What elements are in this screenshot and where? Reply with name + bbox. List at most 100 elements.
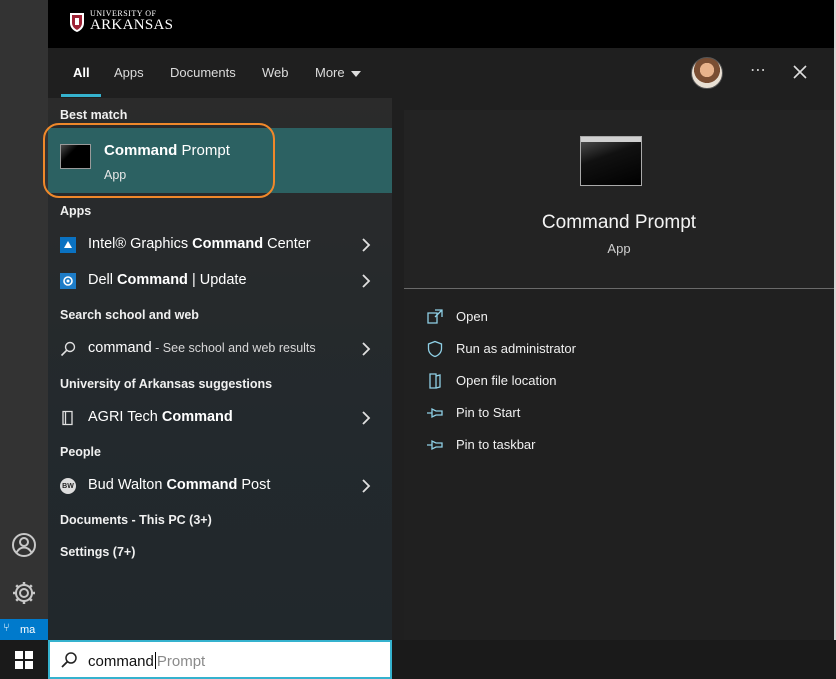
person-initials: BW [62,482,74,490]
action-pin-to-start[interactable]: Pin to Start [426,401,726,425]
start-search-window: All Apps Documents Web More ⋯ Best match… [43,48,834,640]
branch-name: ma [20,623,36,636]
user-avatar[interactable] [691,57,723,89]
result-label: AGRI Tech Command [88,409,233,425]
detail-divider [404,288,834,289]
chevron-down-icon [350,70,361,77]
shield-icon [427,340,443,358]
result-label-bold: Command [161,409,233,425]
action-open-file-location[interactable]: Open file location [426,369,726,393]
taskbar: command Prompt [0,640,836,679]
result-web-search[interactable]: command - See school and web results [48,332,392,366]
tab-web[interactable]: Web [262,64,289,84]
action-pin-to-taskbar[interactable]: Pin to taskbar [426,433,726,457]
action-label: Pin to Start [456,405,521,420]
background-activity-bar: ⑂ ma [0,0,48,640]
best-match-title-bold: Command [104,142,178,159]
uark-heading: University of Arkansas suggestions [60,377,273,391]
tab-all[interactable]: All [73,64,90,84]
settings-heading[interactable]: Settings (7+) [60,545,135,559]
result-label: Dell Command | Update [88,272,247,288]
result-label: command - See school and web results [88,340,316,356]
result-agri-tech[interactable]: AGRI Tech Command [48,401,392,435]
branch-icon: ⑂ [3,622,10,634]
result-label-bold: Command [192,236,264,252]
web-query: command [88,340,152,356]
result-label: Bud Walton Command Post [88,477,270,493]
result-label-pre: Bud Walton [88,477,167,493]
best-match-subtitle: App [104,168,127,182]
tab-more-label: More [315,65,345,80]
book-icon [60,410,76,426]
search-icon [61,652,77,668]
pin-icon [427,407,443,419]
chevron-right-icon[interactable] [360,274,372,288]
result-label-pre: Intel® Graphics [88,236,193,252]
result-label-pre: AGRI Tech [88,409,162,425]
university-seal-icon [70,12,84,32]
action-label: Open [456,309,488,324]
action-open[interactable]: Open [426,305,726,329]
tab-more[interactable]: More [315,64,361,84]
result-label-post: | Update [187,272,247,288]
search-input[interactable]: command Prompt [88,652,205,670]
tab-documents[interactable]: Documents [170,64,236,84]
result-label-bold: Command [117,272,188,288]
detail-title: Command Prompt [541,212,697,233]
result-label-post: Center [263,236,311,252]
more-options-icon[interactable]: ⋯ [748,60,768,80]
person-initials-icon: BW [60,478,76,494]
pin-icon [427,439,443,451]
best-match-item[interactable]: Command Prompt App [48,128,392,193]
open-icon [427,309,443,324]
detail-header: Command Prompt App [404,110,834,288]
result-label: Intel® Graphics Command Center [88,236,311,252]
web-heading: Search school and web [60,308,199,322]
search-tabbar: All Apps Documents Web More ⋯ [48,48,834,98]
org-banner: UNIVERSITY OF ARKANSAS [48,0,834,48]
result-label-pre: Dell [88,272,118,288]
active-tab-indicator [61,94,101,97]
chevron-right-icon[interactable] [360,479,372,493]
web-query-suffix: - See school and web results [151,341,316,355]
result-bud-walton[interactable]: BW Bud Walton Command Post [48,469,392,503]
settings-gear-icon[interactable] [10,579,38,607]
people-heading: People [60,445,101,459]
text-cursor [154,652,156,669]
logo-bottom-text: ARKANSAS [90,17,174,33]
best-match-heading: Best match [60,108,128,122]
taskbar-search-box[interactable]: command Prompt [48,640,392,679]
command-prompt-icon [60,144,91,169]
search-typed-text: command [88,653,154,670]
apps-heading: Apps [60,204,92,218]
action-run-as-admin[interactable]: Run as administrator [426,337,726,361]
result-dell-command-update[interactable]: Dell Command | Update [48,264,392,298]
results-pane: Best match Command Prompt App Apps Intel… [43,98,392,640]
detail-pane: Command Prompt App Open Run as administr… [404,110,834,640]
best-match-title: Command Prompt [104,142,230,159]
command-prompt-large-icon [580,136,642,186]
university-logo: UNIVERSITY OF ARKANSAS [68,10,173,33]
account-icon[interactable] [10,531,38,559]
result-label-post: Post [237,477,271,493]
source-control-status[interactable]: ⑂ ma [0,619,48,640]
result-intel-graphics[interactable]: Intel® Graphics Command Center [48,228,392,262]
best-match-title-rest: Prompt [177,142,230,159]
search-icon [60,341,76,357]
file-location-icon [429,373,441,389]
tab-apps[interactable]: Apps [114,64,144,84]
search-autocomplete: Prompt [156,653,206,670]
documents-heading[interactable]: Documents - This PC (3+) [60,513,212,527]
chevron-right-icon[interactable] [360,342,372,356]
intel-graphics-icon [60,237,76,253]
detail-subtitle: App [607,241,631,256]
action-label: Pin to taskbar [456,437,536,452]
chevron-right-icon[interactable] [360,238,372,252]
close-icon[interactable] [790,62,810,82]
chevron-right-icon[interactable] [360,411,372,425]
windows-start-icon[interactable] [14,650,34,670]
action-label: Run as administrator [456,341,576,356]
dell-update-icon [60,273,76,289]
result-label-bold: Command [166,477,238,493]
action-label: Open file location [456,373,557,388]
